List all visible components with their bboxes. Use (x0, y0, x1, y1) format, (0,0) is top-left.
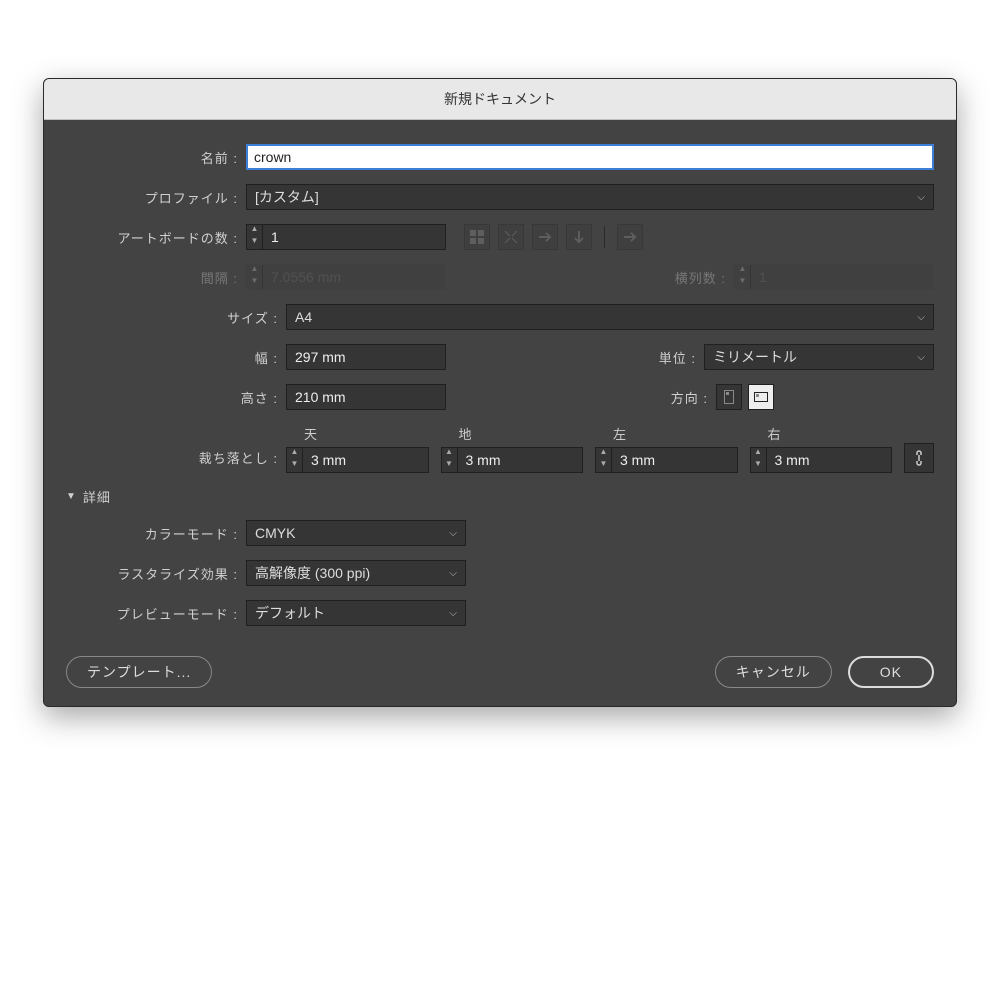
preview-dropdown[interactable]: デフォルト ⌵ (246, 600, 466, 626)
width-label: 幅 : (66, 348, 286, 367)
spacing-stepper: ▲▼ 7.0556 mm (246, 264, 446, 290)
profile-value: [カスタム] (255, 187, 319, 207)
triangle-down-icon: ▼ (66, 491, 77, 502)
grid-by-col-icon[interactable] (498, 224, 524, 250)
bleed-label: 裁ち落とし : (66, 430, 286, 467)
cancel-button[interactable]: キャンセル (715, 656, 832, 688)
artboards-stepper[interactable]: ▲▼ 1 (246, 224, 446, 250)
artboards-label: アートボードの数 : (66, 228, 246, 247)
bleed-left-value: 3 mm (612, 452, 672, 468)
artboard-arrangement-group (464, 224, 643, 250)
height-field[interactable]: 210 mm (286, 384, 446, 410)
arrange-right-icon[interactable] (532, 224, 558, 250)
bleed-left-stepper[interactable]: ▲▼ 3 mm (595, 447, 738, 473)
chevron-down-icon: ⌵ (449, 528, 457, 539)
advanced-disclosure[interactable]: ▼ 詳細 (66, 487, 934, 506)
chevron-down-icon: ⌵ (917, 352, 925, 363)
arrange-down-icon[interactable] (566, 224, 592, 250)
link-bleed-button[interactable] (904, 443, 934, 473)
templates-button[interactable]: テンプレート... (66, 656, 212, 688)
grid-by-row-icon[interactable] (464, 224, 490, 250)
units-dropdown[interactable]: ミリメートル ⌵ (704, 344, 934, 370)
chevron-down-icon: ⌵ (917, 312, 925, 323)
spacing-label: 間隔 : (66, 268, 246, 287)
chevron-down-icon: ⌵ (449, 568, 457, 579)
separator (604, 226, 605, 248)
stepper-spin[interactable]: ▲▼ (247, 225, 263, 249)
colormode-dropdown[interactable]: CMYK ⌵ (246, 520, 466, 546)
size-dropdown[interactable]: A4 ⌵ (286, 304, 934, 330)
bleed-right-label: 右 (750, 424, 893, 443)
bleed-top-label: 天 (286, 424, 429, 443)
dialog-content: 名前 : プロファイル : [カスタム] ⌵ アートボードの数 : ▲▼ 1 (44, 120, 956, 706)
profile-label: プロファイル : (66, 188, 246, 207)
bleed-left-label: 左 (595, 424, 738, 443)
bleed-bottom-label: 地 (441, 424, 584, 443)
orientation-label: 方向 : (671, 388, 716, 407)
raster-dropdown[interactable]: 高解像度 (300 ppi) ⌵ (246, 560, 466, 586)
artboards-value: 1 (263, 229, 323, 245)
bleed-bottom-stepper[interactable]: ▲▼ 3 mm (441, 447, 584, 473)
preview-label: プレビューモード : (66, 604, 246, 623)
bleed-top-value: 3 mm (303, 452, 363, 468)
advanced-label: 詳細 (83, 487, 111, 506)
raster-value: 高解像度 (300 ppi) (255, 563, 370, 583)
spacing-value: 7.0556 mm (263, 269, 349, 285)
height-label: 高さ : (66, 388, 286, 407)
layout-direction-icon[interactable] (617, 224, 643, 250)
size-value: A4 (295, 309, 312, 325)
bleed-bottom-value: 3 mm (458, 452, 518, 468)
columns-stepper: ▲▼ 1 (734, 264, 934, 290)
orientation-portrait-button[interactable] (716, 384, 742, 410)
preview-value: デフォルト (255, 603, 325, 623)
size-label: サイズ : (66, 308, 286, 327)
new-document-dialog: 新規ドキュメント 名前 : プロファイル : [カスタム] ⌵ アートボードの数… (43, 78, 957, 707)
units-label: 単位 : (659, 348, 704, 367)
bleed-top-stepper[interactable]: ▲▼ 3 mm (286, 447, 429, 473)
orientation-group (716, 384, 774, 410)
width-field[interactable]: 297 mm (286, 344, 446, 370)
ok-button[interactable]: OK (848, 656, 934, 688)
link-icon (912, 449, 926, 467)
colormode-label: カラーモード : (66, 524, 246, 543)
chevron-down-icon: ⌵ (917, 192, 925, 203)
bleed-right-stepper[interactable]: ▲▼ 3 mm (750, 447, 893, 473)
chevron-down-icon: ⌵ (449, 608, 457, 619)
name-label: 名前 : (66, 148, 246, 167)
orientation-landscape-button[interactable] (748, 384, 774, 410)
bleed-right-value: 3 mm (767, 452, 827, 468)
columns-label: 横列数 : (675, 268, 734, 287)
name-input[interactable] (246, 144, 934, 170)
profile-dropdown[interactable]: [カスタム] ⌵ (246, 184, 934, 210)
columns-value: 1 (751, 269, 811, 285)
dialog-title: 新規ドキュメント (44, 79, 956, 120)
units-value: ミリメートル (713, 347, 797, 367)
raster-label: ラスタライズ効果 : (66, 564, 246, 583)
colormode-value: CMYK (255, 525, 295, 541)
